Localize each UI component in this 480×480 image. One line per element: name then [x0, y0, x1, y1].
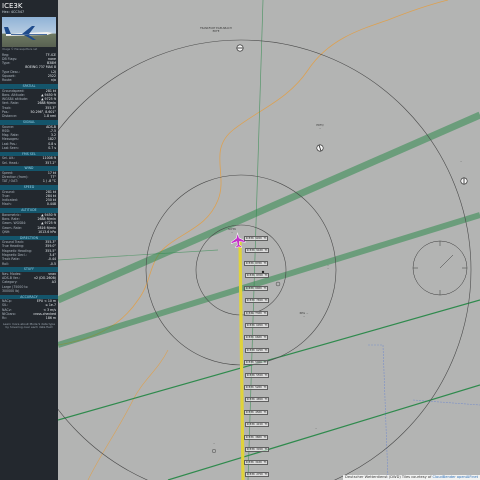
field-value: 357.2° — [45, 160, 56, 165]
map-label: ... ... — [326, 264, 330, 270]
field-row: Last Seen: 0.7 s — [0, 146, 58, 150]
track-altitude-label[interactable]: ICE3K 3450 ft — [245, 447, 270, 453]
help-note: Learn more about Mode S data type by hov… — [2, 321, 56, 330]
track-altitude-label[interactable]: ICE3K 6250 ft — [245, 347, 270, 353]
field-key: Sel. Head.: — [2, 160, 20, 165]
map-label: REG ... ... — [299, 312, 309, 318]
callsign: ICE3K — [2, 2, 23, 10]
info-key: Route: — [2, 78, 13, 83]
track-altitude-label[interactable]: ICE3K 6950 ft — [245, 322, 270, 328]
map-label: SCHW ... — [228, 228, 236, 234]
aircraft-basic-info: Reg: TF-ICE DB Flags: none Type: B38M BOEING 7… — [0, 53, 58, 83]
field-key: Mach: — [2, 202, 12, 207]
track-altitude-label[interactable]: ICE3K 3100 ft — [244, 459, 269, 465]
track-altitude-label[interactable]: ICE3K 7300 ft — [244, 310, 269, 316]
track-altitude-label[interactable]: ICE3K 7650 ft — [245, 298, 270, 304]
field-row: QNH: 1013.6 hPa — [0, 230, 58, 234]
track-altitude-label[interactable]: ICE3K 8000 ft — [244, 285, 269, 291]
track-altitude-label[interactable]: ICE3K 8350 ft — [245, 273, 270, 279]
track-altitude-label[interactable]: ICE3K 9450 ft — [244, 236, 269, 241]
hex-code: Hex: 4CC547 — [2, 10, 25, 14]
track-altitude-label[interactable]: ICE3K 2750 ft — [245, 472, 270, 477]
field-key: Rc: — [2, 316, 8, 321]
field-key: TAT / OAT: — [2, 179, 18, 184]
attribution-link[interactable]: openAIP.net — [457, 475, 478, 479]
track-altitude-label[interactable]: ICE3K 5550 ft — [245, 372, 270, 378]
airport-marker-icon[interactable] — [316, 144, 324, 152]
map-label: FRANKFURT EGELSBACH EDFE — [200, 27, 232, 33]
track-altitude-label[interactable]: ICE3K 6600 ft — [244, 335, 269, 341]
field-key: Roll: — [2, 261, 9, 266]
aircraft-detail-sections: SPATIAL Groundspeed: 281 kt Baro. Altitude:… — [0, 84, 58, 320]
field-value: 186 m — [45, 316, 56, 321]
track-altitude-label[interactable]: ICE3K 8700 ft — [244, 260, 269, 266]
attribution-link[interactable]: CloudBender — [433, 475, 456, 479]
field-row: Sel. Head.: 357.2° — [0, 161, 58, 165]
field-value: 0.448 — [46, 202, 56, 207]
info-row: Route: n/a — [0, 78, 58, 82]
field-value: 1 / -8 °C — [42, 179, 56, 184]
field-key: Distance: — [2, 114, 18, 119]
field-row: TAT / OAT: 1 / -8 °C — [0, 179, 58, 183]
track-altitude-label[interactable]: ICE3K 9100 ft — [245, 248, 270, 254]
field-key: Last Seen: — [2, 146, 19, 151]
airport-marker-icon[interactable] — [236, 44, 244, 52]
airport-marker-icon[interactable] — [460, 177, 468, 185]
aircraft-info-panel: ICE3K Hex: 4CC547 Image © Planespotters.… — [0, 0, 58, 480]
airplane-photo-icon — [4, 26, 53, 41]
aircraft-header: ICE3K Hex: 4CC547 — [0, 0, 58, 15]
field-row: Distance: 1.8 nmi — [0, 114, 58, 118]
field-key: QNH: — [2, 229, 11, 234]
map-label: ... — [314, 427, 318, 430]
map-label: ... — [212, 442, 216, 445]
track-altitude-label[interactable]: ICE3K 4850 ft — [245, 397, 270, 403]
track-altitude-label[interactable]: ICE3K 4150 ft — [245, 422, 270, 428]
field-value: 1013.6 hPa — [38, 229, 56, 234]
map-view[interactable]: FRANKFURT EGELSBACH EDFE EDFQ ...... SCHW … — [58, 0, 480, 480]
field-value: 1.8 nmi — [43, 114, 56, 119]
aircraft-photo[interactable] — [2, 17, 56, 48]
field-value: 0.7 s — [48, 146, 56, 151]
field-row: Roll: -0.5 — [0, 262, 58, 266]
map-label: ... — [459, 160, 463, 163]
info-value: n/a — [50, 78, 56, 83]
field-value: -0.5 — [49, 261, 56, 266]
track-altitude-label[interactable]: ICE3K 4500 ft — [244, 409, 269, 415]
field-key: 300000 lb) — [2, 288, 20, 293]
info-key: Type: — [2, 61, 11, 66]
track-altitude-label[interactable]: ICE3K 3800 ft — [244, 434, 269, 440]
field-row: 300000 lb) — [0, 289, 58, 293]
track-altitude-label[interactable]: ICE3K 5200 ft — [244, 385, 269, 391]
map-attribution: Deutscher Wetterdienst (DWD) Tiles court… — [343, 475, 480, 480]
map-canvas[interactable] — [58, 0, 480, 480]
map-background — [58, 0, 480, 480]
map-label: EDFQ ... — [316, 124, 324, 130]
field-row: Mach: 0.448 — [0, 202, 58, 206]
track-altitude-label[interactable]: ICE3K 5900 ft — [244, 360, 269, 366]
field-value: A3 — [51, 280, 56, 285]
